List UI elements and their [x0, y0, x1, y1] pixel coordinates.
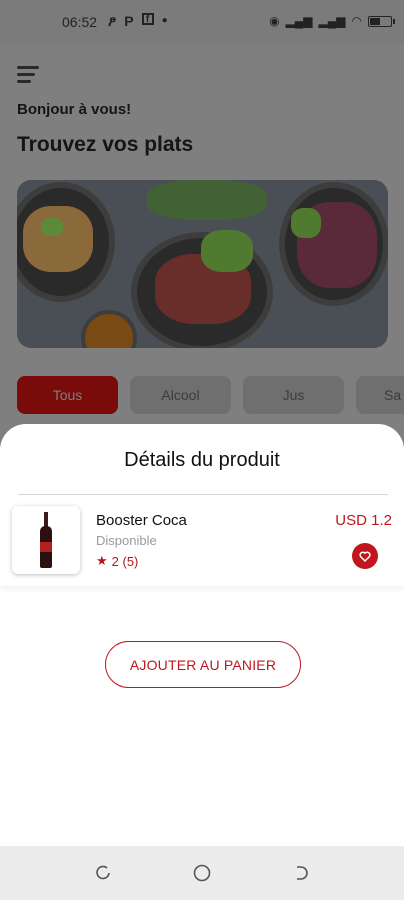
- product-name: Booster Coca: [96, 512, 187, 529]
- status-time: 06:52: [62, 14, 98, 30]
- page-title: Trouvez vos plats: [17, 133, 194, 156]
- star-icon: ★: [96, 553, 108, 568]
- back-icon[interactable]: [292, 864, 310, 882]
- product-image: [12, 506, 80, 574]
- status-bar: 06:52 ፆ P f ● ◉ ▂▄▆ ▂▄▆ ◠: [0, 0, 404, 44]
- food-banner-image: [17, 180, 388, 348]
- home-icon[interactable]: [193, 864, 211, 882]
- product-rating-text: 2 (5): [111, 553, 139, 569]
- chat-icon: ፆ: [108, 13, 117, 29]
- product-card[interactable]: Booster Coca Disponible ★ 2 (5) USD 1.2: [0, 496, 404, 586]
- category-chip-sa[interactable]: Sa: [356, 376, 404, 414]
- sheet-title: Détails du produit: [124, 449, 280, 471]
- wifi-icon: ◠: [351, 14, 362, 28]
- bottle-image: [40, 512, 52, 568]
- facebook-icon: f: [141, 13, 154, 25]
- product-availability: Disponible: [96, 533, 157, 548]
- recent-apps-icon[interactable]: [94, 864, 112, 882]
- system-nav-bar: [0, 846, 404, 900]
- category-chip-alcool[interactable]: Alcool: [130, 376, 231, 414]
- battery-icon: [368, 15, 395, 27]
- favorite-button[interactable]: [352, 543, 378, 569]
- dot-icon: ●: [161, 15, 168, 26]
- product-rating: ★ 2 (5): [96, 553, 138, 569]
- product-price: USD 1.2: [335, 512, 392, 529]
- greeting-text: Bonjour à vous!: [17, 101, 132, 118]
- divider: [18, 494, 388, 495]
- add-to-cart-button[interactable]: AJOUTER AU PANIER: [105, 641, 301, 688]
- category-chip-jus[interactable]: Jus: [243, 376, 344, 414]
- category-chip-tous[interactable]: Tous: [17, 376, 118, 414]
- heart-icon: [359, 551, 371, 562]
- home-page: Bonjour à vous! Trouvez vos plats Tous A…: [0, 44, 404, 424]
- hotspot-icon: ◉: [269, 14, 280, 28]
- signal-icon: ▂▄▆: [318, 14, 346, 28]
- category-tabs: Tous Alcool Jus Sa: [17, 376, 404, 414]
- signal-icon: ▂▄▆: [285, 14, 313, 28]
- hamburger-menu-icon[interactable]: [17, 66, 39, 87]
- parking-icon: P: [124, 13, 134, 29]
- product-details-sheet: Détails du produit Booster Coca Disponib…: [0, 424, 404, 846]
